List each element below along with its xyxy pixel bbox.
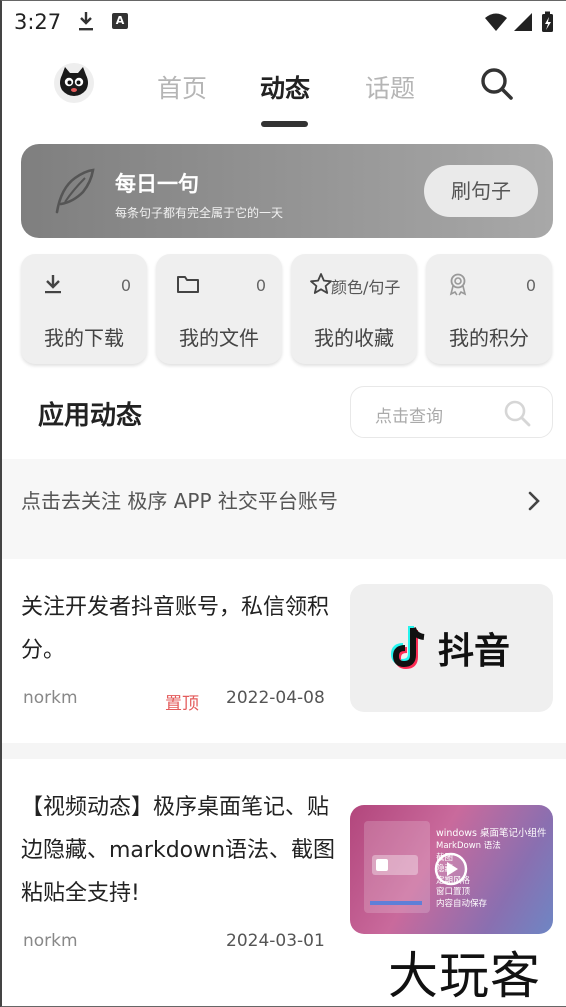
post-author: norkm bbox=[23, 688, 78, 708]
banner-subtitle: 每条句子都有完全属于它的一天 bbox=[115, 206, 284, 220]
follow-text: 点击去关注 极序 APP 社交平台账号 bbox=[21, 489, 338, 513]
post-author: norkm bbox=[23, 931, 78, 951]
post-separator bbox=[2, 743, 566, 759]
post-text[interactable]: 【视频动态】极序桌面笔记、贴边隐藏、markdown语法、截图粘贴全支持! bbox=[21, 786, 336, 915]
avatar[interactable] bbox=[54, 63, 94, 103]
post-thumbnail[interactable]: 抖音 bbox=[350, 584, 553, 712]
thumb-title: windows 桌面笔记小组件 bbox=[436, 828, 547, 839]
download-count: 0 bbox=[120, 276, 131, 295]
daily-quote-banner[interactable]: 每日一句 每条句子都有完全属于它的一天 刷句子 bbox=[21, 144, 553, 238]
wifi-icon bbox=[485, 13, 507, 31]
accessibility-status-icon: A bbox=[112, 13, 128, 29]
banner-title: 每日一句 bbox=[115, 172, 199, 196]
search-placeholder: 点击查询 bbox=[375, 407, 443, 427]
search-icon bbox=[504, 400, 531, 427]
thumb-app-preview bbox=[364, 821, 430, 913]
dynamics-search-input[interactable]: 点击查询 bbox=[350, 386, 553, 438]
tab-dynamics[interactable]: 动态 bbox=[260, 69, 310, 105]
pinned-badge: 置顶 bbox=[165, 694, 199, 714]
card-my-files[interactable]: 0 我的文件 bbox=[156, 254, 282, 364]
download-status-icon bbox=[79, 12, 93, 31]
folder-icon bbox=[177, 276, 199, 293]
active-tab-indicator bbox=[261, 121, 308, 127]
card-label: 我的下载 bbox=[44, 326, 124, 350]
search-icon[interactable] bbox=[480, 67, 514, 101]
card-label: 我的文件 bbox=[179, 326, 259, 350]
card-my-points[interactable]: 0 我的积分 bbox=[426, 254, 552, 364]
section-title: 应用动态 bbox=[38, 401, 143, 431]
tiktok-logo-text: 抖音 bbox=[438, 631, 511, 672]
signal-icon bbox=[514, 13, 532, 31]
status-right-icons bbox=[485, 11, 553, 32]
post-date: 2024-03-01 bbox=[226, 931, 325, 951]
star-icon bbox=[310, 273, 332, 294]
battery-icon bbox=[542, 11, 553, 32]
post-date: 2022-04-08 bbox=[226, 688, 325, 708]
thumb-feature: 内容自动保存 bbox=[436, 898, 488, 909]
play-icon[interactable] bbox=[434, 852, 468, 886]
follow-social-row[interactable]: 点击去关注 极序 APP 社交平台账号 bbox=[2, 459, 566, 559]
cat-avatar-icon bbox=[60, 67, 88, 96]
tab-home[interactable]: 首页 bbox=[157, 69, 207, 105]
refresh-quote-button[interactable]: 刷句子 bbox=[424, 165, 538, 217]
app-screen: 3:27 A 首页 动态 话题 每日一句 每条句子都有完全属于它的一天 刷句子 … bbox=[0, 0, 566, 1007]
thumb-feature: MarkDown 语法 bbox=[436, 841, 501, 851]
card-my-favorites[interactable]: 颜色/句子 我的收藏 bbox=[291, 254, 417, 364]
file-count: 0 bbox=[255, 276, 266, 295]
watermark: 大玩客 bbox=[388, 947, 541, 1005]
tab-topics[interactable]: 话题 bbox=[365, 69, 415, 105]
post-text[interactable]: 关注开发者抖音账号，私信领积分。 bbox=[21, 586, 331, 672]
points-count: 0 bbox=[525, 276, 536, 295]
tiktok-logo-icon bbox=[390, 626, 425, 670]
badge-icon bbox=[449, 273, 467, 296]
status-bar: 3:27 A bbox=[2, 1, 566, 45]
card-label: 我的积分 bbox=[449, 326, 529, 350]
card-my-downloads[interactable]: 0 我的下载 bbox=[21, 254, 147, 364]
favorites-category: 颜色/句子 bbox=[331, 278, 401, 297]
feather-icon bbox=[55, 168, 95, 214]
top-nav: 首页 动态 话题 bbox=[2, 57, 566, 131]
video-thumbnail[interactable]: windows 桌面笔记小组件 MarkDown 语法 截图 隐藏 定期风格 窗… bbox=[350, 805, 553, 934]
card-label: 我的收藏 bbox=[314, 326, 394, 350]
thumb-feature: 窗口置顶 bbox=[436, 887, 471, 897]
chevron-right-icon bbox=[528, 491, 540, 511]
download-icon bbox=[45, 275, 61, 294]
status-time: 3:27 bbox=[14, 10, 62, 34]
